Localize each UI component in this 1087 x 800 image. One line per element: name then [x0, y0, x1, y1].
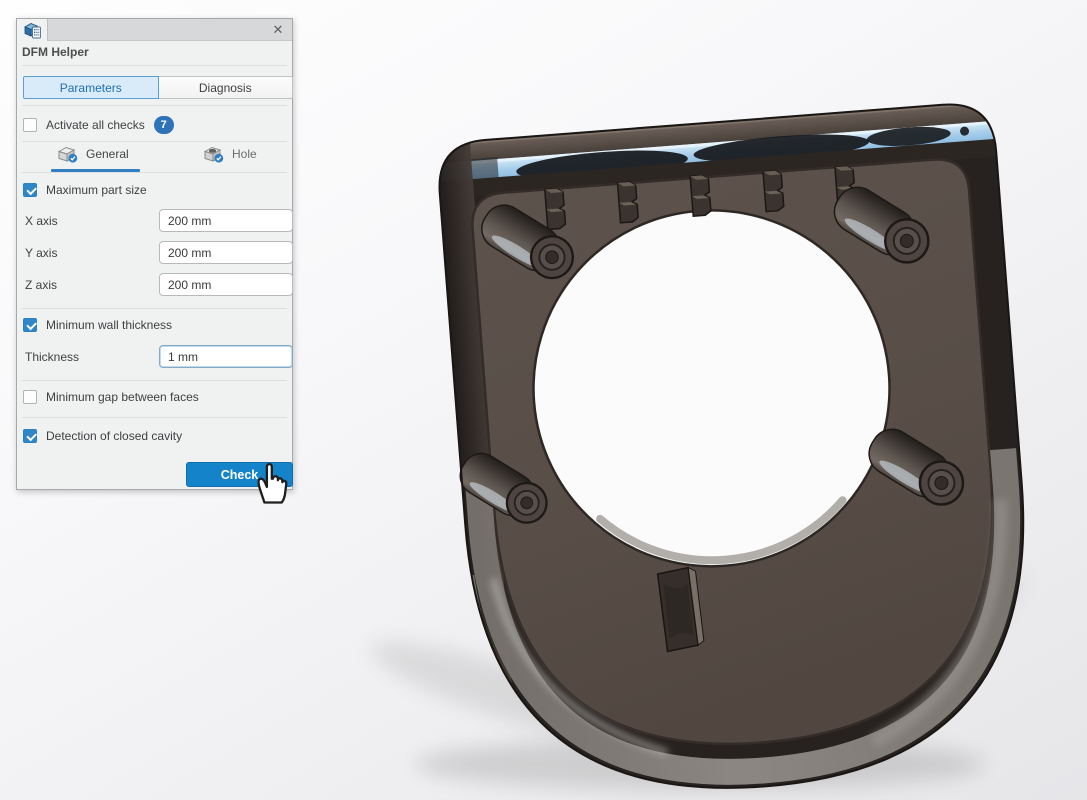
x-axis-row: X axis: [25, 209, 285, 232]
max-part-size-checkbox[interactable]: [23, 183, 37, 197]
closed-cavity-label: Detection of closed cavity: [46, 429, 182, 443]
panel-title: DFM Helper: [22, 45, 89, 59]
z-axis-input[interactable]: [159, 273, 293, 296]
min-gap-checkbox[interactable]: [23, 390, 37, 404]
general-cube-icon: [57, 145, 79, 163]
subtab-hole-label: Hole: [232, 147, 257, 161]
hole-cube-icon: [203, 145, 225, 163]
main-tabs: Parameters Diagnosis: [23, 76, 293, 99]
dfm-helper-tab[interactable]: [17, 19, 48, 41]
subtab-general[interactable]: General: [57, 145, 129, 163]
subtab-hole[interactable]: Hole: [203, 145, 257, 163]
thickness-row: Thickness: [25, 345, 285, 368]
max-part-size-row: Maximum part size: [23, 183, 286, 197]
category-subtabs: General Hole: [17, 145, 292, 172]
min-wall-checkbox[interactable]: [23, 318, 37, 332]
tab-diagnosis[interactable]: Diagnosis: [159, 76, 294, 99]
checks-count-badge: 7: [154, 116, 174, 134]
tab-parameters[interactable]: Parameters: [23, 76, 159, 99]
activate-all-label: Activate all checks: [46, 118, 145, 132]
divider: [22, 65, 287, 66]
min-wall-label: Minimum wall thickness: [46, 318, 172, 332]
y-axis-label: Y axis: [25, 246, 57, 260]
thickness-label: Thickness: [25, 350, 79, 364]
min-gap-row: Minimum gap between faces: [23, 390, 286, 404]
y-axis-row: Y axis: [25, 241, 285, 264]
z-axis-row: Z axis: [25, 273, 285, 296]
x-axis-label: X axis: [25, 214, 58, 228]
x-axis-input[interactable]: [159, 209, 293, 232]
divider: [22, 308, 287, 309]
y-axis-input[interactable]: [159, 241, 293, 264]
divider: [22, 105, 287, 106]
dfm-helper-icon: [23, 21, 42, 40]
divider: [22, 380, 287, 381]
activate-all-row: Activate all checks 7: [23, 116, 286, 134]
dfm-helper-panel: ✕ DFM Helper Parameters Diagnosis Activa…: [16, 18, 293, 490]
thickness-input[interactable]: [159, 345, 293, 368]
activate-all-checkbox[interactable]: [23, 118, 37, 132]
divider: [22, 417, 287, 418]
max-part-size-label: Maximum part size: [46, 183, 147, 197]
divider: [22, 141, 287, 142]
check-button[interactable]: Check: [186, 462, 293, 487]
close-button[interactable]: ✕: [269, 21, 287, 39]
subtab-general-label: General: [86, 147, 129, 161]
closed-cavity-checkbox[interactable]: [23, 429, 37, 443]
min-gap-label: Minimum gap between faces: [46, 390, 199, 404]
min-wall-row: Minimum wall thickness: [23, 318, 286, 332]
divider: [22, 172, 287, 173]
z-axis-label: Z axis: [25, 278, 57, 292]
panel-tab-strip: ✕: [17, 19, 292, 41]
closed-cavity-row: Detection of closed cavity: [23, 429, 286, 443]
